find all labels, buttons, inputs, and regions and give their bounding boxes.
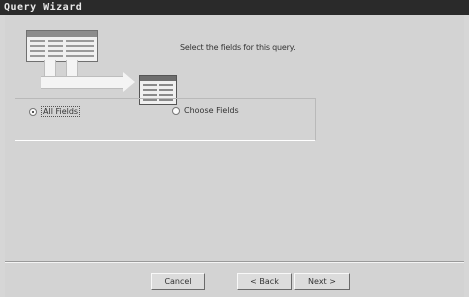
query-wizard-window: Query Wizard Select the fields for this … bbox=[0, 0, 469, 297]
instruction-text: Select the fields for this query. bbox=[180, 43, 296, 52]
group-border bbox=[15, 140, 315, 141]
radio-button-icon[interactable] bbox=[29, 107, 37, 116]
result-table-icon bbox=[139, 75, 177, 105]
next-button[interactable]: Next > bbox=[294, 273, 350, 290]
radio-all-fields[interactable]: All Fields bbox=[29, 106, 81, 117]
title-bar[interactable]: Query Wizard bbox=[0, 0, 469, 15]
arrow-icon bbox=[41, 76, 123, 89]
arrow-icon bbox=[44, 60, 56, 77]
wizard-illustration bbox=[26, 30, 177, 105]
back-button[interactable]: < Back bbox=[237, 273, 292, 290]
radio-button-icon[interactable] bbox=[172, 106, 180, 115]
arrow-head-icon bbox=[123, 72, 135, 92]
source-table-icon bbox=[26, 30, 98, 62]
radio-choose-fields[interactable]: Choose Fields bbox=[172, 106, 239, 115]
wizard-client-area: Select the fields for this query. All Fi… bbox=[5, 15, 464, 297]
radio-label-all-fields[interactable]: All Fields bbox=[41, 106, 81, 117]
cancel-button[interactable]: Cancel bbox=[151, 273, 205, 290]
button-separator bbox=[5, 261, 464, 263]
group-border bbox=[15, 98, 315, 99]
group-border bbox=[315, 98, 316, 140]
radio-label-choose-fields[interactable]: Choose Fields bbox=[184, 106, 239, 115]
arrow-icon bbox=[66, 60, 78, 77]
